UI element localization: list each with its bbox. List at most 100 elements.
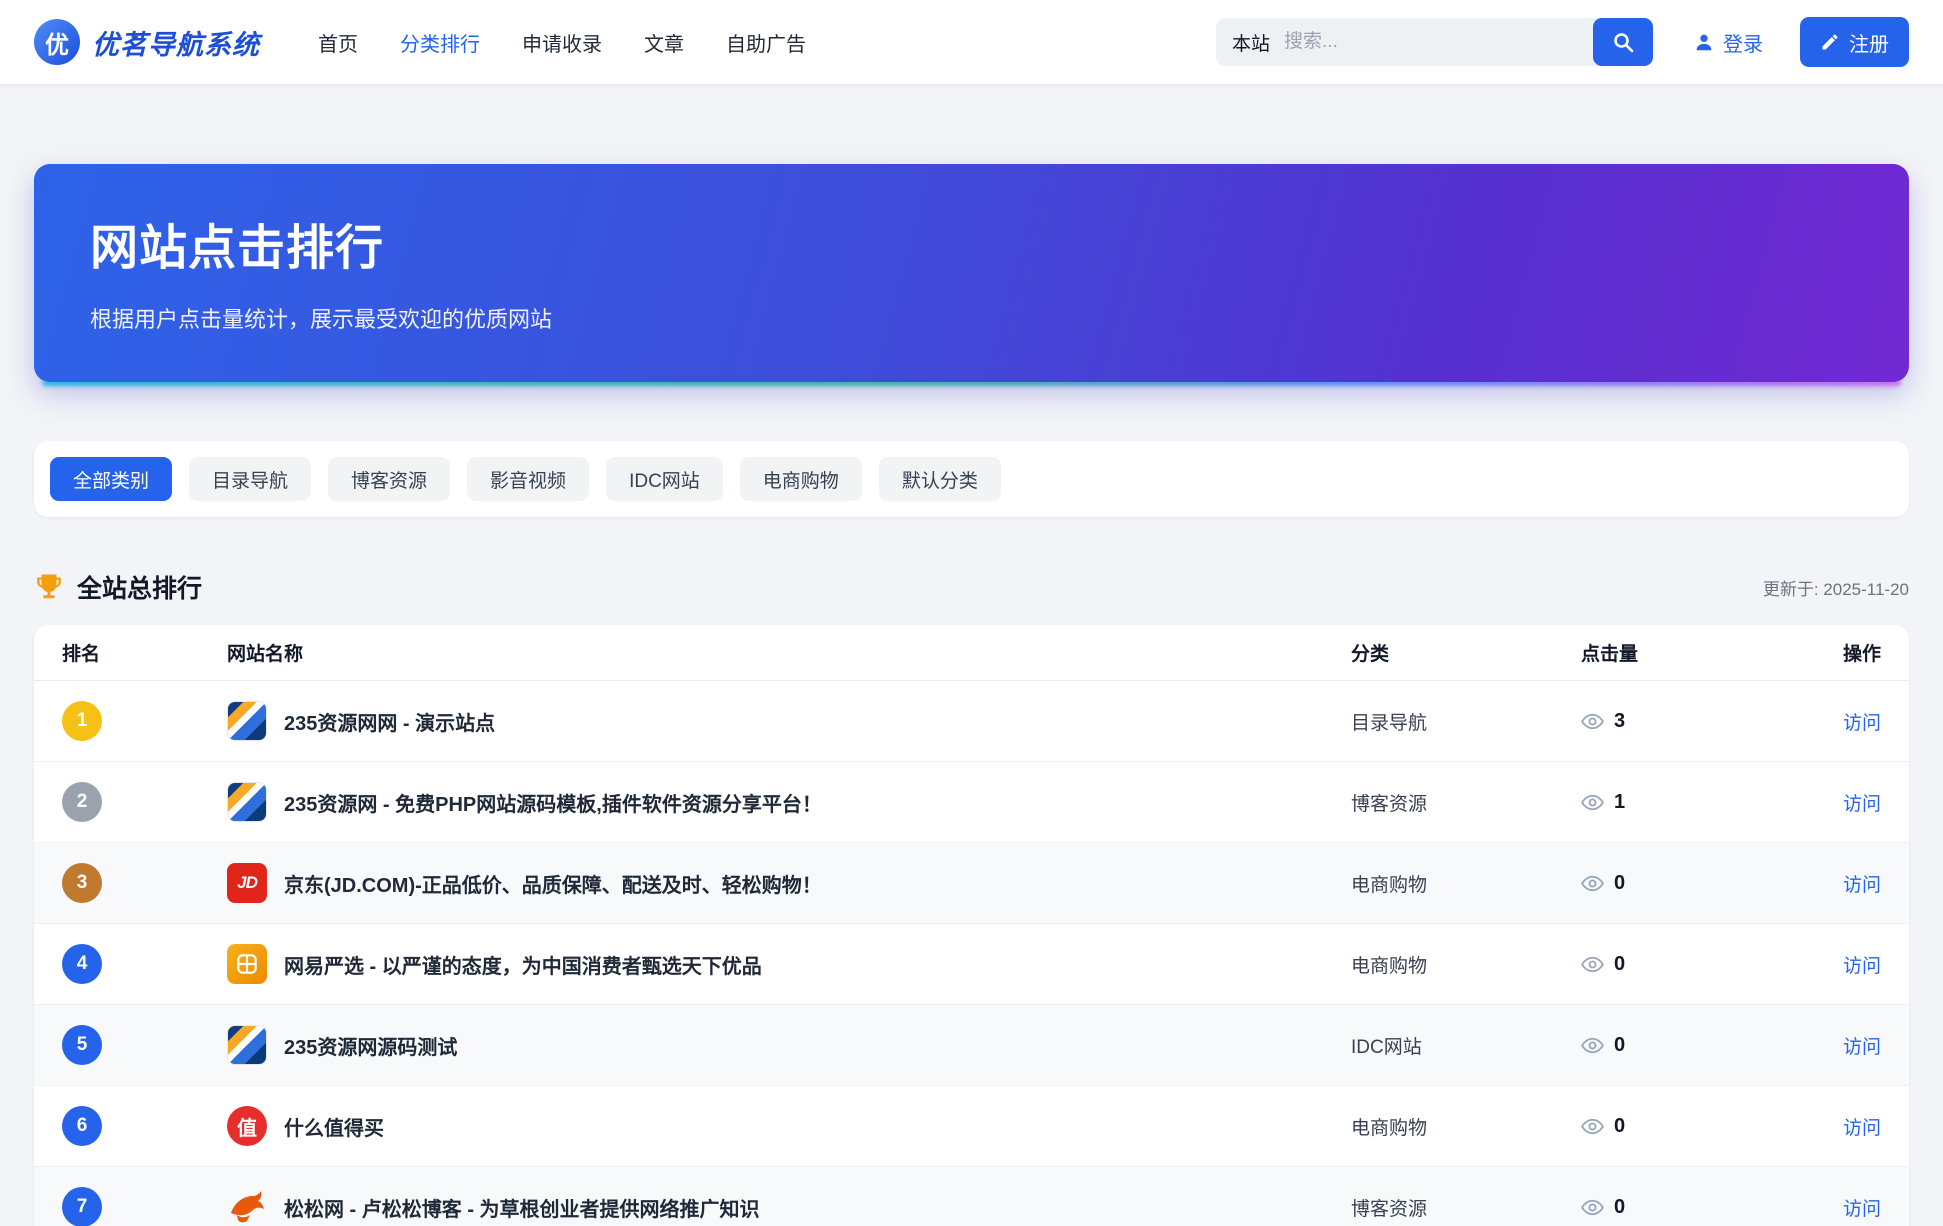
clicks-cell: 0 [1581, 1034, 1741, 1057]
site-icon-235 [227, 701, 267, 741]
column-header-2: 网站名称 [227, 639, 1351, 666]
nav-item-2[interactable]: 分类排行 [400, 28, 480, 57]
table-row: 3JD京东(JD.COM)-正品低价、品质保障、配送及时、轻松购物！电商购物0访… [34, 843, 1909, 924]
brand[interactable]: 优 优茗导航系统 [34, 19, 260, 65]
fox-icon [227, 1187, 267, 1226]
table-row: 2 235资源网 - 免费PHP网站源码模板,插件软件资源分享平台！ 博客资源 1 访问 [34, 762, 1909, 843]
trophy-icon [34, 572, 64, 602]
column-header-4: 点击量 [1581, 639, 1741, 666]
search-scope-select[interactable]: 本站 [1216, 29, 1284, 56]
table-row: 4 网易严选 - 以严谨的态度，为中国消费者甄选天下优品 电商购物 0 访问 [34, 924, 1909, 1005]
clicks-count: 0 [1614, 872, 1625, 895]
clicks-count: 0 [1614, 1115, 1625, 1138]
updated-date: 更新于: 2025-11-20 [1763, 575, 1909, 600]
site-title[interactable]: 235资源网 - 免费PHP网站源码模板,插件软件资源分享平台！ [284, 788, 822, 817]
visit-link[interactable]: 访问 [1843, 875, 1881, 896]
site-title[interactable]: 235资源网网 - 演示站点 [284, 707, 495, 736]
yanxuan-lattice-icon [234, 951, 260, 977]
site-title[interactable]: 松松网 - 卢松松博客 - 为草根创业者提供网络推广知识 [284, 1193, 760, 1222]
pencil-icon [1820, 32, 1840, 52]
filter-chip-4[interactable]: 影音视频 [467, 457, 589, 501]
rank-badge: 2 [62, 782, 102, 822]
column-header-3: 分类 [1351, 639, 1581, 666]
nav-item-5[interactable]: 自助广告 [726, 28, 806, 57]
site-category: 电商购物 [1351, 870, 1581, 897]
nav-item-1[interactable]: 首页 [318, 28, 358, 57]
table-row: 6值什么值得买电商购物0访问 [34, 1086, 1909, 1167]
filter-chip-7[interactable]: 默认分类 [879, 457, 1001, 501]
eye-icon [1581, 1115, 1604, 1138]
column-header-5: 操作 [1741, 639, 1881, 666]
filter-chip-1[interactable]: 全部类别 [50, 457, 172, 501]
nav-item-4[interactable]: 文章 [644, 28, 684, 57]
brand-logo-icon: 优 [34, 19, 80, 65]
site-category: 目录导航 [1351, 708, 1581, 735]
main-nav: 首页 分类排行 申请收录 文章 自助广告 [318, 28, 806, 57]
table-row: 7 松松网 - 卢松松博客 - 为草根创业者提供网络推广知识 博客资源 0 访问 [34, 1167, 1909, 1226]
site-title[interactable]: 网易严选 - 以严谨的态度，为中国消费者甄选天下优品 [284, 950, 762, 979]
site-category: 博客资源 [1351, 1194, 1581, 1221]
clicks-cell: 1 [1581, 791, 1741, 814]
clicks-count: 0 [1614, 1034, 1625, 1057]
clicks-cell: 0 [1581, 1196, 1741, 1219]
site-title[interactable]: 京东(JD.COM)-正品低价、品质保障、配送及时、轻松购物！ [284, 869, 822, 898]
rank-badge: 5 [62, 1025, 102, 1065]
filter-chip-6[interactable]: 电商购物 [740, 457, 862, 501]
rank-badge: 3 [62, 863, 102, 903]
user-icon [1693, 31, 1715, 53]
table-row: 5 235资源网源码测试 IDC网站 0 访问 [34, 1005, 1909, 1086]
site-category: 电商购物 [1351, 1113, 1581, 1140]
visit-link[interactable]: 访问 [1843, 1199, 1881, 1220]
clicks-count: 3 [1614, 710, 1625, 733]
rank-badge: 1 [62, 701, 102, 741]
site-title[interactable]: 什么值得买 [284, 1112, 384, 1141]
column-header-1: 排名 [62, 639, 227, 666]
navbar-right: 本站 登录 注册 [1216, 17, 1909, 67]
top-navbar: 优 优茗导航系统 首页 分类排行 申请收录 文章 自助广告 本站 登录 注册 [0, 0, 1943, 84]
site-icon-yanxuan [227, 944, 267, 984]
brand-logo-char: 优 [45, 25, 69, 60]
nav-item-3[interactable]: 申请收录 [522, 28, 602, 57]
clicks-cell: 0 [1581, 872, 1741, 895]
page-title: 网站点击排行 [90, 208, 1853, 278]
visit-link[interactable]: 访问 [1843, 956, 1881, 977]
visit-link[interactable]: 访问 [1843, 713, 1881, 734]
clicks-count: 0 [1614, 1196, 1625, 1219]
rank-badge: 6 [62, 1106, 102, 1146]
site-title[interactable]: 235资源网源码测试 [284, 1031, 457, 1060]
login-label: 登录 [1723, 28, 1763, 57]
eye-icon [1581, 1034, 1604, 1057]
ranking-title: 全站总排行 [77, 569, 202, 605]
site-icon-235 [227, 1025, 267, 1065]
search-box: 本站 [1216, 18, 1653, 66]
login-link[interactable]: 登录 [1693, 28, 1763, 57]
eye-icon [1581, 953, 1604, 976]
filter-chip-2[interactable]: 目录导航 [189, 457, 311, 501]
site-category: IDC网站 [1351, 1032, 1581, 1059]
filter-chip-5[interactable]: IDC网站 [606, 457, 723, 501]
visit-link[interactable]: 访问 [1843, 1118, 1881, 1139]
eye-icon [1581, 791, 1604, 814]
clicks-cell: 0 [1581, 1115, 1741, 1138]
search-icon [1611, 30, 1635, 54]
eye-icon [1581, 872, 1604, 895]
site-icon-songsong [227, 1187, 267, 1226]
clicks-cell: 0 [1581, 953, 1741, 976]
category-filter-bar: 全部类别目录导航博客资源影音视频 IDC网站电商购物默认分类 [34, 441, 1909, 517]
clicks-count: 1 [1614, 791, 1625, 814]
clicks-count: 0 [1614, 953, 1625, 976]
site-icon-235 [227, 782, 267, 822]
ranking-table: 排名网站名称分类点击量操作 1 235资源网网 - 演示站点 目录导航 3 访问 2 235… [34, 625, 1909, 1226]
rank-badge: 7 [62, 1187, 102, 1226]
clicks-cell: 3 [1581, 710, 1741, 733]
table-row: 1 235资源网网 - 演示站点 目录导航 3 访问 [34, 681, 1909, 762]
site-category: 博客资源 [1351, 789, 1581, 816]
visit-link[interactable]: 访问 [1843, 1037, 1881, 1058]
visit-link[interactable]: 访问 [1843, 794, 1881, 815]
page-subtitle: 根据用户点击量统计，展示最受欢迎的优质网站 [90, 302, 1853, 334]
filter-chip-3[interactable]: 博客资源 [328, 457, 450, 501]
register-button[interactable]: 注册 [1800, 17, 1909, 67]
search-button[interactable] [1593, 18, 1653, 66]
site-category: 电商购物 [1351, 951, 1581, 978]
rank-badge: 4 [62, 944, 102, 984]
